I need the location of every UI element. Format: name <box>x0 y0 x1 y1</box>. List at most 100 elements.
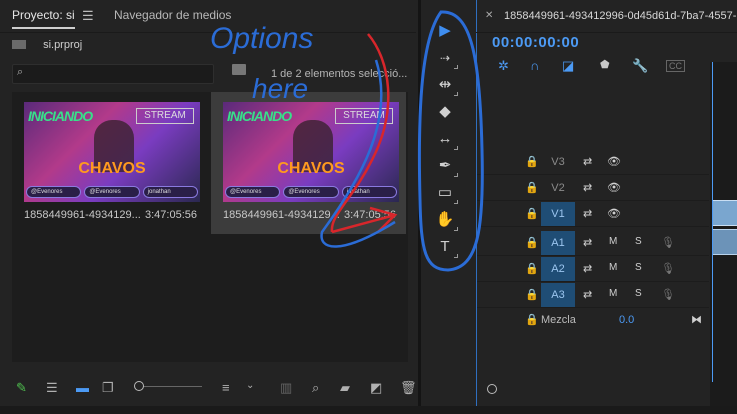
new-bin-icon[interactable]: ▰ <box>340 380 350 396</box>
track-name[interactable]: V2 <box>541 176 575 200</box>
type-tool-icon[interactable]: T <box>434 236 458 258</box>
playhead[interactable] <box>712 62 713 382</box>
lock-icon[interactable]: 🔒 <box>525 236 539 249</box>
track-v1: 🔒 V1 ⇄ 👁 <box>477 202 709 227</box>
sync-lock-icon[interactable]: ⇄ <box>583 288 592 301</box>
track-v2: 🔒 V2 ⇄ 👁 <box>477 176 709 201</box>
pencil-icon[interactable]: ✎ <box>16 380 27 396</box>
add-marker-icon[interactable]: ⬟ <box>600 58 610 71</box>
track-a2: 🔒 A2 ⇄ M S 🎙 <box>477 257 709 282</box>
automate-sequence-icon: ▥ <box>280 380 293 395</box>
clip-card[interactable]: INICIANDO STREAM CHAVOS @Evenores @Eveno… <box>12 92 207 234</box>
slip-tool-icon[interactable]: ↔ <box>434 128 458 150</box>
status-bar <box>0 406 737 414</box>
captions-icon[interactable]: CC <box>666 60 685 72</box>
new-search-bin-icon[interactable] <box>232 64 246 75</box>
clip-card-selected[interactable]: INICIANDO STREAM CHAVOS @Evenores @Eveno… <box>211 92 406 234</box>
lock-icon[interactable]: 🔒 <box>525 288 539 301</box>
trash-icon[interactable]: 🗑 <box>400 380 417 396</box>
clip-duration: 3:47:05:56 <box>344 209 396 221</box>
lock-icon[interactable]: 🔒 <box>525 207 539 220</box>
thumb-badge: STREAM <box>335 108 393 124</box>
mic-icon[interactable]: 🎙 <box>661 262 675 275</box>
eye-icon[interactable]: 👁 <box>607 181 621 194</box>
thumb-social: @Evenores <box>283 186 339 198</box>
list-view-icon[interactable]: ☰ <box>46 380 58 396</box>
wrench-icon[interactable]: 🔧 <box>632 58 648 74</box>
thumb-social: jonathan <box>142 186 198 198</box>
eye-icon[interactable]: 👁 <box>607 207 621 220</box>
mute-button[interactable]: M <box>609 262 617 273</box>
sync-lock-icon[interactable]: ⇄ <box>583 155 592 168</box>
chevron-down-icon[interactable]: ⌄ <box>246 380 254 391</box>
thumb-social: @Evenores <box>84 186 140 198</box>
track-a3: 🔒 A3 ⇄ M S 🎙 <box>477 283 709 308</box>
mute-button[interactable]: M <box>609 236 617 247</box>
lock-icon[interactable]: 🔒 <box>525 155 539 168</box>
track-name[interactable]: V1 <box>541 202 575 226</box>
lock-icon[interactable]: 🔒 <box>525 313 539 326</box>
tab-media-browser[interactable]: Navegador de medios <box>114 8 231 22</box>
rectangle-tool-icon[interactable]: ▭ <box>434 182 458 204</box>
track-name[interactable]: A3 <box>541 283 575 307</box>
bin-grid: INICIANDO STREAM CHAVOS @Evenores @Eveno… <box>12 92 408 362</box>
solo-button[interactable]: S <box>635 236 642 247</box>
thumb-social: @Evenores <box>26 186 82 198</box>
track-select-tool-icon[interactable]: ⇢ <box>434 47 458 69</box>
track-name[interactable]: A1 <box>541 231 575 255</box>
clip-thumbnail[interactable]: INICIANDO STREAM CHAVOS @Evenores @Eveno… <box>223 102 399 202</box>
new-item-icon[interactable]: ◩ <box>370 380 382 396</box>
thumb-socials: @Evenores @Evenores jonathan <box>26 186 198 198</box>
mic-icon[interactable]: 🎙 <box>661 288 675 301</box>
tab-project[interactable]: Proyecto: si <box>12 8 75 29</box>
audio-clip[interactable] <box>712 229 737 255</box>
nest-sequence-icon[interactable]: ✲ <box>498 58 509 74</box>
sync-lock-icon[interactable]: ⇄ <box>583 207 592 220</box>
thumb-social: @Evenores <box>225 186 281 198</box>
clip-thumbnail[interactable]: INICIANDO STREAM CHAVOS @Evenores @Eveno… <box>24 102 200 202</box>
find-icon[interactable]: ⌕ <box>312 380 319 396</box>
track-name[interactable]: V3 <box>541 150 575 174</box>
sync-lock-icon[interactable]: ⇄ <box>583 236 592 249</box>
snap-magnet-icon[interactable]: ∩ <box>530 58 539 73</box>
folder-up-icon[interactable] <box>12 40 26 49</box>
lock-icon[interactable]: 🔒 <box>525 262 539 275</box>
zoom-slider-track[interactable] <box>140 386 202 387</box>
sync-lock-icon[interactable]: ⇄ <box>583 262 592 275</box>
timeline-controls: ✲ ∩ ◪ ⬟ 🔧 CC <box>476 0 737 80</box>
thumb-center-text: CHAVOS <box>277 160 345 177</box>
mix-label: Mezcla <box>541 314 576 326</box>
clip-name: 1858449961-4934129... <box>24 209 141 221</box>
search-icon: ⌕ <box>17 66 24 78</box>
mix-value[interactable]: 0.0 <box>619 314 634 326</box>
freeform-view-icon[interactable]: ❐ <box>102 380 114 396</box>
pen-tool-icon[interactable]: ✒ <box>434 155 458 177</box>
sort-icon[interactable]: ≡ <box>222 380 230 395</box>
mute-button[interactable]: M <box>609 288 617 299</box>
ripple-edit-tool-icon[interactable]: ⇹ <box>434 74 458 96</box>
selection-tool-icon[interactable]: ▶ <box>434 20 456 42</box>
mic-icon[interactable]: 🎙 <box>661 236 675 249</box>
solo-button[interactable]: S <box>635 262 642 273</box>
thumb-badge: STREAM <box>136 108 194 124</box>
video-clip[interactable] <box>712 200 737 226</box>
timeline-zoom-scrollbar[interactable] <box>485 384 710 394</box>
track-name[interactable]: A2 <box>541 257 575 281</box>
hand-tool-icon[interactable]: ✋ <box>434 209 458 231</box>
thumb-title: INICIANDO <box>28 108 93 124</box>
icon-view-icon[interactable]: ▬ <box>76 380 89 395</box>
scroll-handle[interactable] <box>487 384 497 394</box>
linked-selection-icon[interactable]: ◪ <box>562 58 574 74</box>
panel-menu-icon[interactable]: ☰ <box>82 8 94 24</box>
eye-icon[interactable]: 👁 <box>607 155 621 168</box>
tools-panel: ▶ ⇢ ⇹ ◆ ↔ ✒ ▭ ✋ T <box>421 0 471 406</box>
search-input[interactable]: ⌕ <box>12 64 214 84</box>
clip-name: 1858449961-4934129... <box>223 209 340 221</box>
sync-lock-icon[interactable]: ⇄ <box>583 181 592 194</box>
solo-button[interactable]: S <box>635 288 642 299</box>
track-a1: 🔒 A1 ⇄ M S 🎙 <box>477 231 709 256</box>
zoom-slider-handle[interactable] <box>134 381 144 391</box>
go-to-in-out-icon[interactable]: ⧓ <box>691 313 702 326</box>
razor-tool-icon[interactable]: ◆ <box>434 101 456 123</box>
lock-icon[interactable]: 🔒 <box>525 181 539 194</box>
